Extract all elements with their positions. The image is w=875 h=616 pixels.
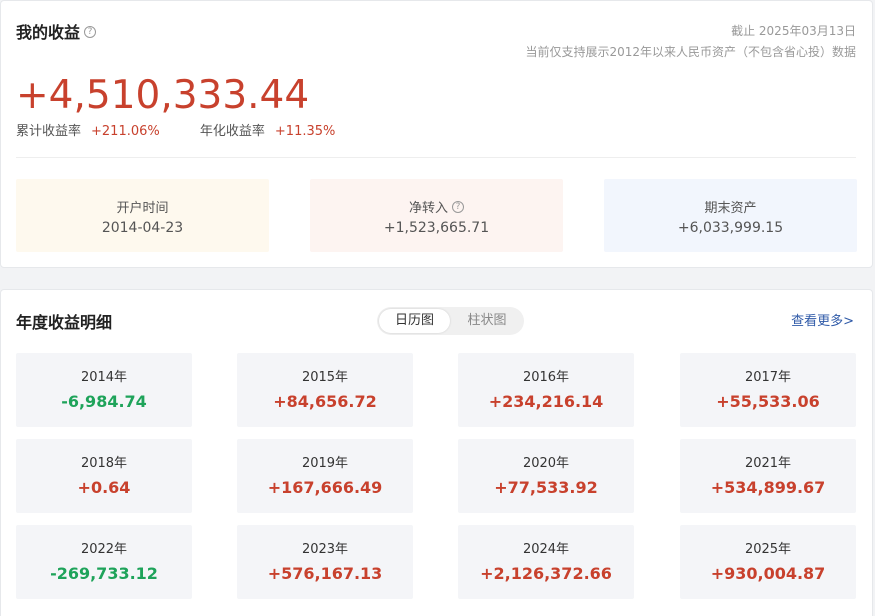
year-label: 2021年 <box>744 456 792 471</box>
year-amount: -269,733.12 <box>50 564 158 583</box>
stat-value: +1,523,665.71 <box>383 220 490 236</box>
year-label: 2015年 <box>301 370 349 385</box>
year-label: 2020年 <box>522 456 570 471</box>
cumulative-rate-value: +211.06% <box>91 124 160 139</box>
rate-row: 累计收益率 +211.06% 年化收益率 +11.35% <box>16 120 335 139</box>
view-more-link[interactable]: 查看更多> <box>791 310 854 329</box>
year-amount: +576,167.13 <box>267 564 383 583</box>
tab-bar-chart[interactable]: 柱状图 <box>452 309 522 333</box>
cumulative-rate-label: 累计收益率 <box>16 124 82 139</box>
year-amount: +167,666.49 <box>267 478 383 497</box>
year-amount: +84,656.72 <box>273 392 377 411</box>
stat-ending-assets: 期末资产 +6,033,999.15 <box>604 179 857 252</box>
data-scope-note: 当前仅支持展示2012年以来人民币资产（不包含省心投）数据 <box>525 45 856 59</box>
summary-card: 我的收益? 截止 2025年03月13日 当前仅支持展示2012年以来人民币资产… <box>0 0 873 268</box>
year-amount: +55,533.06 <box>716 392 820 411</box>
view-toggle: 日历图 柱状图 <box>377 307 524 335</box>
year-label: 2024年 <box>522 542 570 557</box>
year-label: 2017年 <box>744 370 792 385</box>
year-label: 2019年 <box>301 456 349 471</box>
as-of-date: 截止 2025年03月13日 <box>731 24 856 38</box>
stat-net-transfer: 净转入? +1,523,665.71 <box>310 179 563 252</box>
year-label: 2025年 <box>744 542 792 557</box>
year-cell[interactable]: 2016年 +234,216.14 <box>458 353 634 427</box>
tab-calendar[interactable]: 日历图 <box>379 309 450 333</box>
stat-account-open: 开户时间 2014-04-23 <box>16 179 269 252</box>
total-profit: +4,510,333.44 <box>16 73 310 118</box>
year-cell[interactable]: 2017年 +55,533.06 <box>680 353 856 427</box>
year-cell[interactable]: 2021年 +534,899.67 <box>680 439 856 513</box>
year-amount: +2,126,372.66 <box>480 564 612 583</box>
year-label: 2016年 <box>522 370 570 385</box>
year-label: 2022年 <box>80 542 128 557</box>
year-amount: +534,899.67 <box>710 478 826 497</box>
stat-label: 期末资产 <box>704 201 757 216</box>
help-icon[interactable]: ? <box>84 25 97 38</box>
year-amount: -6,984.74 <box>61 392 147 411</box>
year-cell[interactable]: 2019年 +167,666.49 <box>237 439 413 513</box>
year-amount: +0.64 <box>77 478 131 497</box>
year-cell[interactable]: 2022年 -269,733.12 <box>16 525 192 599</box>
year-label: 2023年 <box>301 542 349 557</box>
stat-label: 净转入? <box>310 197 563 216</box>
year-amount: +930,004.87 <box>710 564 826 583</box>
summary-title: 我的收益? <box>16 19 97 43</box>
year-cell[interactable]: 2014年 -6,984.74 <box>16 353 192 427</box>
help-icon[interactable]: ? <box>452 200 464 213</box>
year-cell[interactable]: 2023年 +576,167.13 <box>237 525 413 599</box>
year-cell[interactable]: 2015年 +84,656.72 <box>237 353 413 427</box>
year-cell[interactable]: 2024年 +2,126,372.66 <box>458 525 634 599</box>
annualized-rate-label: 年化收益率 <box>199 124 265 139</box>
year-cell[interactable]: 2025年 +930,004.87 <box>680 525 856 599</box>
year-cell[interactable]: 2020年 +77,533.92 <box>458 439 634 513</box>
stat-label: 开户时间 <box>116 201 169 216</box>
stat-value: 2014-04-23 <box>101 220 184 236</box>
yearly-title: 年度收益明细 <box>16 313 113 332</box>
divider <box>16 157 856 158</box>
stat-value: +6,033,999.15 <box>677 220 784 236</box>
year-label: 2014年 <box>80 370 128 385</box>
annualized-rate-value: +11.35% <box>274 124 336 139</box>
year-label: 2018年 <box>80 456 128 471</box>
year-amount: +234,216.14 <box>488 392 604 411</box>
year-amount: +77,533.92 <box>494 478 598 497</box>
yearly-card: 年度收益明细 日历图 柱状图 查看更多> 2014年 -6,984.74 2015年… <box>0 289 873 616</box>
year-cell[interactable]: 2018年 +0.64 <box>16 439 192 513</box>
